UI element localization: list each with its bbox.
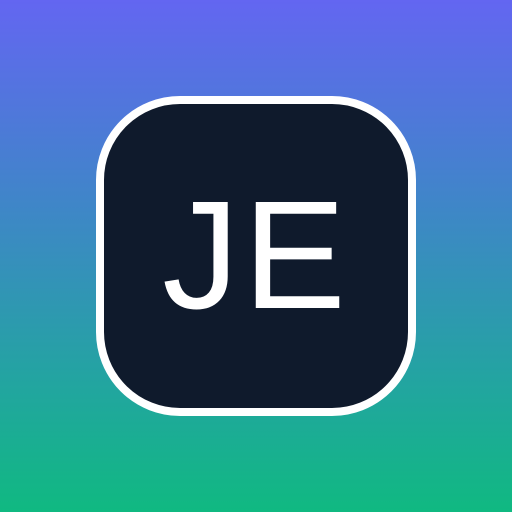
avatar-tile: JE [96, 96, 416, 416]
avatar-initials: JE [162, 169, 350, 341]
app-icon-background: JE [0, 0, 512, 512]
